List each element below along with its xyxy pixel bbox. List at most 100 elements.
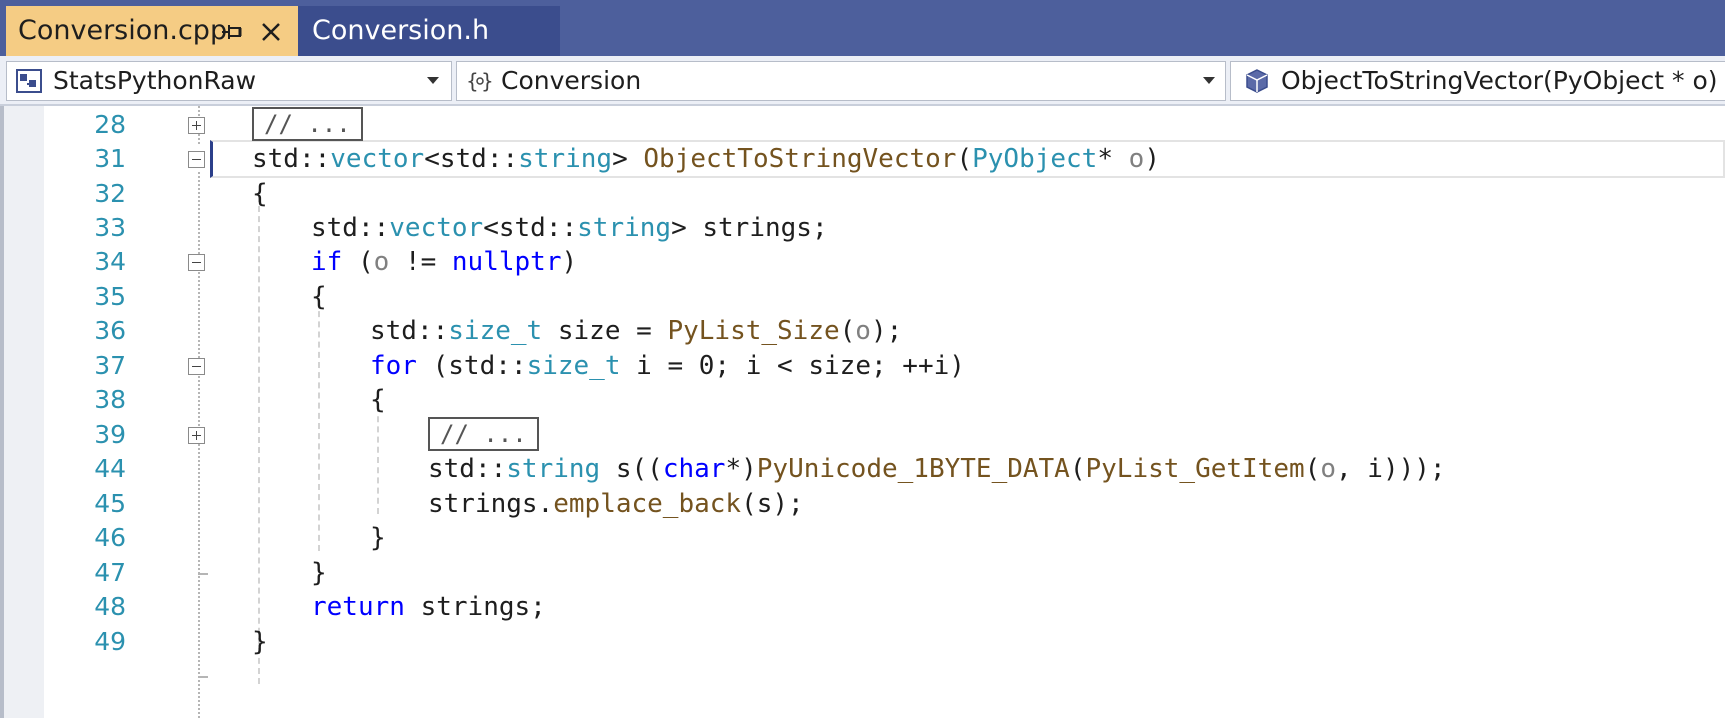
token: size_t: [526, 351, 621, 381]
token: i: [933, 351, 950, 381]
line-number: 39: [94, 420, 126, 449]
token: PyUnicode_1BYTE_DATA: [756, 454, 1070, 484]
token: return: [311, 592, 405, 622]
token: 0: [698, 351, 715, 381]
line-number: 33: [94, 213, 126, 242]
token: s: [615, 454, 632, 484]
line-number: 45: [94, 489, 126, 518]
code-line: 47 }: [0, 554, 1725, 592]
project-dropdown[interactable]: StatsPythonRaw: [6, 61, 452, 101]
line-number: 46: [94, 523, 126, 552]
line-number: 49: [94, 627, 126, 656]
token: vector: [389, 213, 484, 243]
token: ObjectToStringVector: [643, 144, 957, 174]
line-number: 35: [94, 282, 126, 311]
tab-label: Conversion.h: [312, 15, 490, 46]
token: vector: [330, 144, 425, 174]
member-dropdown[interactable]: ObjectToStringVector(PyObject * o): [1230, 61, 1725, 101]
line-number: 31: [94, 144, 126, 173]
token: std: [498, 213, 546, 243]
collapse-icon[interactable]: [188, 151, 205, 168]
code-text: std::size_t size = PyList_Size(o);: [370, 316, 903, 346]
line-number: 44: [94, 454, 126, 483]
close-icon[interactable]: [260, 21, 282, 43]
token: std: [448, 351, 496, 381]
token: o: [1128, 144, 1145, 174]
token: std: [439, 144, 487, 174]
line-number: 48: [94, 592, 126, 621]
project-icon: [15, 68, 43, 98]
token: if: [311, 247, 343, 277]
code-line: 49 }: [0, 623, 1725, 661]
token: i: [1367, 454, 1383, 484]
token: PyList_GetItem: [1085, 454, 1305, 484]
token: o: [373, 247, 390, 277]
code-text: std::string s((char*)PyUnicode_1BYTE_DAT…: [428, 454, 1446, 484]
member-name: ObjectToStringVector(PyObject * o): [1281, 66, 1718, 95]
token: i: [745, 351, 762, 381]
token: char: [662, 454, 726, 484]
code-text: std::vector<std::string> ObjectToStringV…: [252, 144, 1160, 174]
collapsed-region[interactable]: // ...: [428, 417, 539, 451]
tab-conversion-h[interactable]: Conversion.h: [298, 6, 560, 56]
code-line: 33 std::vector<std::string> strings;: [0, 209, 1725, 247]
code-line: 48 return strings;: [0, 588, 1725, 626]
line-number: 34: [94, 247, 126, 276]
token: PyList_Size: [667, 316, 840, 346]
collapse-icon[interactable]: [188, 358, 205, 375]
token: strings: [420, 592, 531, 622]
project-name: StatsPythonRaw: [53, 66, 257, 95]
navigation-bar: StatsPythonRaw { } Conversion ObjectToSt…: [0, 56, 1725, 106]
scope-dropdown[interactable]: { } Conversion: [456, 61, 1226, 101]
code-text: {: [311, 282, 327, 312]
token: size: [557, 316, 621, 346]
line-number: 47: [94, 558, 126, 587]
expand-icon[interactable]: [188, 427, 205, 444]
collapsed-region[interactable]: // ...: [252, 107, 363, 141]
code-line: 45 strings.emplace_back(s);: [0, 485, 1725, 523]
line-number: 36: [94, 316, 126, 345]
line-number: 38: [94, 385, 126, 414]
code-text: }: [311, 558, 327, 588]
code-text: if (o != nullptr): [311, 247, 578, 277]
code-line: 35 {: [0, 278, 1725, 316]
code-line: 44 std::string s((char*)PyUnicode_1BYTE_…: [0, 450, 1725, 488]
pin-icon[interactable]: [220, 21, 244, 43]
chevron-down-icon[interactable]: [1203, 77, 1215, 84]
code-line: 31 std::vector<std::string> ObjectToStri…: [0, 140, 1725, 178]
code-text: return strings;: [311, 592, 546, 622]
token: strings: [428, 489, 538, 519]
code-text: strings.emplace_back(s);: [428, 489, 804, 519]
expand-icon[interactable]: [188, 117, 205, 134]
line-number: 28: [94, 110, 126, 139]
token: for: [370, 351, 417, 381]
token: string: [577, 213, 672, 243]
outline-end-marker: [198, 676, 208, 678]
code-line: 37 for (std::size_t i = 0; i < size; ++i…: [0, 347, 1725, 385]
token: std: [252, 144, 299, 174]
token: std: [428, 454, 475, 484]
method-icon: [1245, 68, 1269, 98]
line-number: 37: [94, 351, 126, 380]
tab-label: Conversion.cpp: [18, 15, 228, 46]
chevron-down-icon[interactable]: [427, 77, 439, 84]
collapse-icon[interactable]: [188, 254, 205, 271]
token: o: [855, 316, 871, 346]
token: PyObject: [972, 144, 1098, 174]
token: o: [1320, 454, 1336, 484]
token: std: [370, 316, 417, 346]
visual-studio-editor: Conversion.cpp Conversion.h StatsPythonR…: [0, 0, 1725, 718]
code-line: 28 // ...: [0, 106, 1725, 144]
code-line: 46 }: [0, 519, 1725, 557]
code-text: {: [252, 179, 268, 209]
token: size_t: [448, 316, 543, 346]
code-line: 38 {: [0, 381, 1725, 419]
tab-conversion-cpp[interactable]: Conversion.cpp: [6, 6, 298, 56]
code-text: }: [370, 523, 386, 553]
token: size: [808, 351, 871, 381]
code-text: }: [252, 627, 268, 657]
scope-name: Conversion: [501, 66, 642, 95]
code-editor[interactable]: 28 // ... 31 std::vector<std::string> Ob…: [0, 106, 1725, 718]
token: string: [506, 454, 601, 484]
token: strings: [702, 213, 812, 243]
